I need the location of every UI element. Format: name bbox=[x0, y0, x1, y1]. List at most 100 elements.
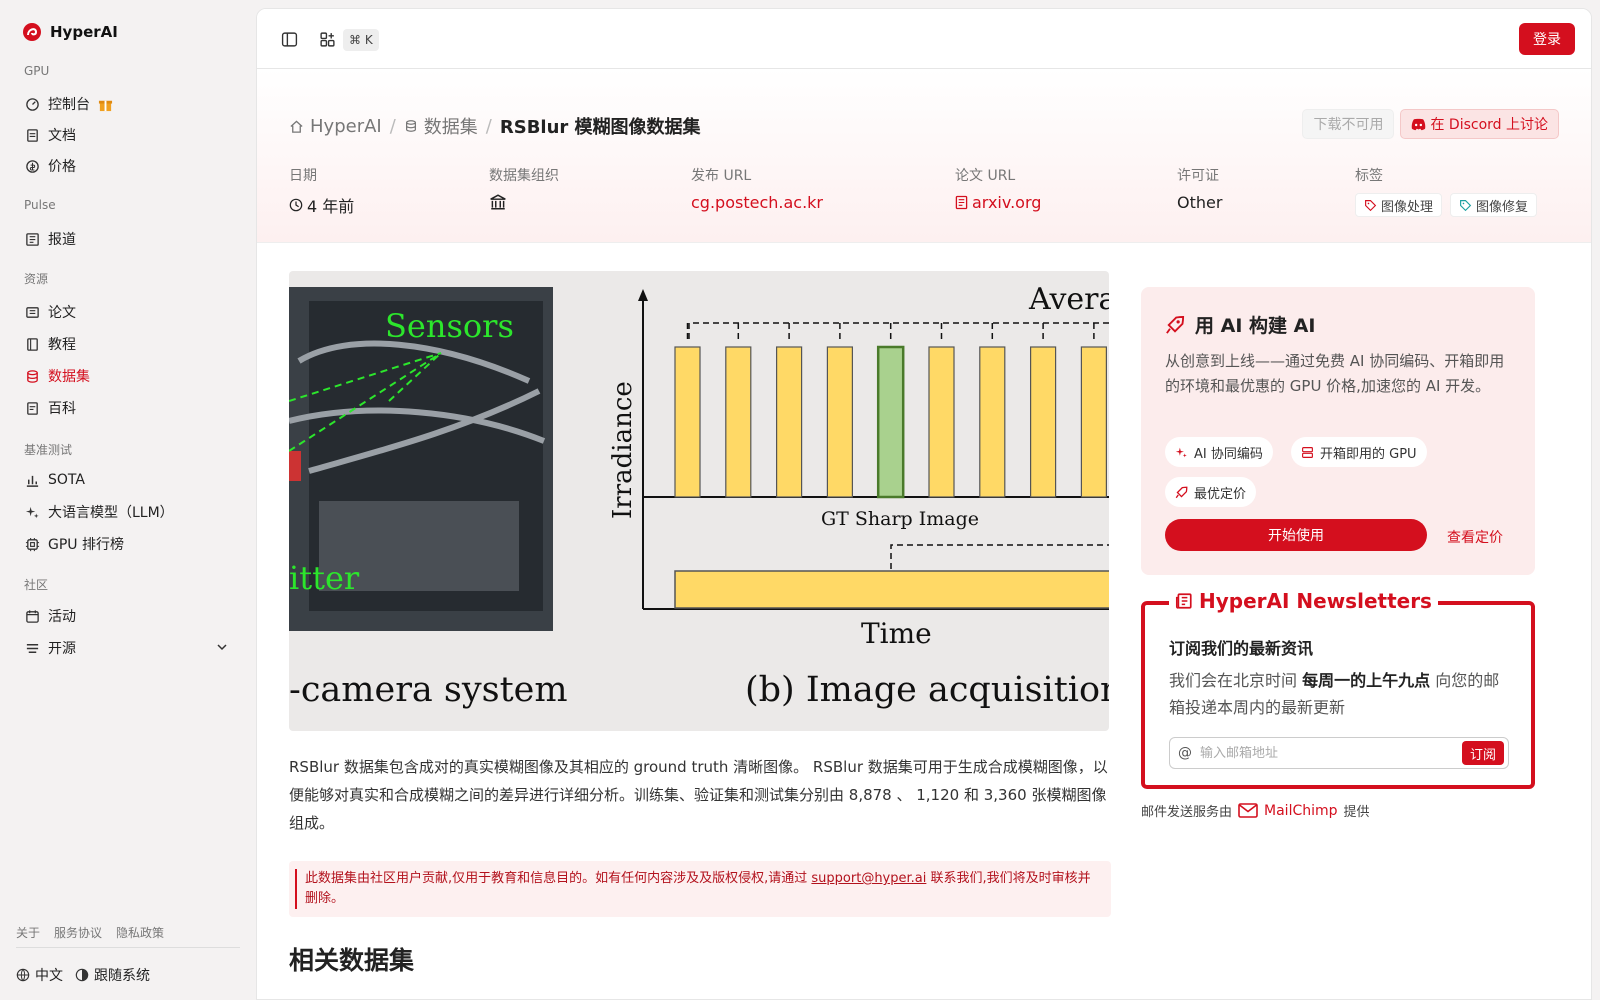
sidebar-item-events[interactable]: 活动 bbox=[16, 601, 240, 631]
sidebar-item-label: GPU 排行榜 bbox=[48, 537, 124, 553]
sidebar-item-console[interactable]: 控制台 bbox=[16, 89, 240, 119]
sidebar-item-opensource[interactable]: 开源 bbox=[16, 633, 240, 663]
language-switch[interactable]: 中文 bbox=[16, 965, 63, 985]
notice-text: 此数据集由社区用户贡献,仅用于教育和信息目的。如有任何内容涉及及版权侵权,请通过 bbox=[305, 871, 812, 886]
chart-icon bbox=[24, 472, 40, 488]
email-input[interactable] bbox=[1200, 745, 1462, 761]
chip-icon bbox=[24, 536, 40, 552]
meta-release-url: 发布 URL cg.postech.ac.kr bbox=[691, 165, 823, 212]
sidebar-item-tutorials[interactable]: 教程 bbox=[16, 329, 240, 359]
doc-icon bbox=[24, 127, 40, 143]
sidebar-item-news[interactable]: 报道 bbox=[16, 224, 240, 254]
exposure-bar bbox=[1029, 346, 1057, 498]
chip-gpu: 开箱即用的 GPU bbox=[1291, 437, 1427, 467]
chip-label: AI 协同编码 bbox=[1194, 446, 1263, 462]
sidebar-item-pricing[interactable]: 价格 bbox=[16, 151, 240, 181]
support-email-link[interactable]: support@hyper.ai bbox=[811, 871, 926, 886]
theme-switch[interactable]: 跟随系统 bbox=[75, 965, 150, 985]
subscribe-button[interactable]: 订阅 bbox=[1461, 741, 1504, 765]
gt-label: GT Sharp Image bbox=[821, 508, 979, 530]
exposure-bars bbox=[674, 323, 1108, 499]
database-icon bbox=[24, 368, 40, 384]
sidebar-item-gpu-leaderboard[interactable]: GPU 排行榜 bbox=[16, 529, 240, 559]
sidebar-item-label: 控制台 bbox=[48, 97, 90, 113]
paper-icon bbox=[955, 195, 968, 210]
newsletter-description: 我们会在北京时间 每周一的上午九点 向您的邮箱投递本周内的最新更新 bbox=[1169, 667, 1509, 721]
email-field: @ 订阅 bbox=[1169, 737, 1509, 769]
download-button[interactable]: 下载不可用 bbox=[1302, 109, 1395, 139]
license-value: Other bbox=[1177, 193, 1223, 212]
tag-label: 图像处理 bbox=[1381, 199, 1434, 215]
theme-icon bbox=[75, 968, 89, 982]
release-url-link[interactable]: cg.postech.ac.kr bbox=[691, 193, 823, 212]
section-title-gpu: GPU bbox=[24, 64, 50, 78]
meta-release-label: 发布 URL bbox=[691, 168, 752, 184]
meta-license: 许可证 Other bbox=[1177, 165, 1222, 212]
sidebar-item-label: 百科 bbox=[48, 401, 76, 417]
acquisition-diagram: Sensors itter Averag Irradiance GT Sharp… bbox=[289, 282, 1109, 710]
calendar-icon bbox=[24, 608, 40, 624]
footer-link-privacy[interactable]: 隐私政策 bbox=[116, 924, 164, 941]
footer-link-terms[interactable]: 服务协议 bbox=[54, 924, 102, 941]
globe-icon bbox=[16, 968, 30, 982]
footer-links: 关于 服务协议 隐私政策 bbox=[16, 924, 164, 941]
breadcrumb-home[interactable]: HyperAI bbox=[289, 116, 382, 137]
chevron-down-icon[interactable] bbox=[216, 641, 228, 657]
dataset-header: HyperAI / 数据集 / RSBlur 模糊图像数据集 下载不可用 在 D… bbox=[257, 69, 1591, 243]
view-pricing-link[interactable]: 查看定价 bbox=[1447, 527, 1503, 547]
sidebar-item-sota[interactable]: SOTA bbox=[16, 465, 240, 495]
book-icon bbox=[24, 336, 40, 352]
blur-exposure-bar bbox=[674, 570, 1109, 609]
discord-button[interactable]: 在 Discord 上讨论 bbox=[1400, 109, 1559, 139]
sidebar-item-datasets[interactable]: 数据集 bbox=[16, 361, 240, 391]
tag-image-restoration[interactable]: 图像修复 bbox=[1450, 193, 1538, 217]
meta-date-label: 日期 bbox=[289, 168, 317, 184]
chip-label: 最优定价 bbox=[1194, 486, 1247, 502]
sidebar-item-label: 数据集 bbox=[48, 369, 90, 385]
section-title-benchmarks: 基准测试 bbox=[24, 443, 73, 457]
home-icon bbox=[290, 119, 303, 133]
topbar: ⌘ K 登录 bbox=[257, 9, 1591, 69]
mailchimp-link[interactable]: MailChimp bbox=[1238, 803, 1338, 819]
sidebar-item-wiki[interactable]: 百科 bbox=[16, 393, 240, 423]
sidebar-item-label: 开源 bbox=[48, 641, 76, 657]
rocket-icon bbox=[1175, 486, 1188, 498]
sidebar-item-llm[interactable]: 大语言模型（LLM） bbox=[16, 497, 240, 527]
section-title-pulse: Pulse bbox=[24, 198, 56, 212]
newsletter-title-text: HyperAI Newsletters bbox=[1199, 589, 1432, 613]
exposure-bar bbox=[826, 346, 854, 498]
hyperai-logo-icon bbox=[23, 23, 41, 41]
tag-icon bbox=[1365, 199, 1377, 211]
database-icon bbox=[405, 120, 416, 132]
copyright-notice: 此数据集由社区用户贡献,仅用于教育和信息目的。如有任何内容涉及及版权侵权,请通过… bbox=[289, 861, 1111, 917]
sidebar-item-docs[interactable]: 文档 bbox=[16, 120, 240, 150]
newsletter-title: HyperAI Newsletters bbox=[1169, 589, 1438, 613]
meta-date-value: 4 年前 bbox=[289, 193, 354, 217]
sidebar-item-papers[interactable]: 论文 bbox=[16, 297, 240, 327]
dashboard-icon bbox=[24, 96, 40, 112]
sidebar-item-label: 报道 bbox=[48, 232, 76, 248]
meta-tags: 标签 图像处理 图像修复 bbox=[1355, 165, 1538, 217]
sensors-label: Sensors bbox=[385, 307, 514, 345]
sidebar-toggle-icon[interactable] bbox=[279, 29, 299, 49]
brand-name: HyperAI bbox=[50, 23, 118, 41]
chip-pricing: 最优定价 bbox=[1165, 477, 1257, 507]
chip-ai-coding: AI 协同编码 bbox=[1165, 437, 1273, 467]
login-button[interactable]: 登录 bbox=[1519, 23, 1575, 55]
apps-grid-icon[interactable] bbox=[317, 29, 337, 49]
footer-link-about[interactable]: 关于 bbox=[16, 924, 40, 941]
paper-url-link[interactable]: arxiv.org bbox=[955, 193, 1041, 212]
meta-org: 数据集组织 bbox=[489, 165, 559, 211]
price-icon bbox=[24, 158, 40, 174]
brand[interactable]: HyperAI bbox=[22, 22, 118, 42]
breadcrumb-datasets[interactable]: 数据集 bbox=[404, 113, 478, 139]
tag-image-processing[interactable]: 图像处理 bbox=[1355, 193, 1443, 217]
sidebar-divider bbox=[16, 947, 240, 948]
breadcrumb-datasets-label: 数据集 bbox=[423, 117, 478, 138]
shortcut-hint[interactable]: ⌘ K bbox=[343, 29, 379, 51]
exposure-bar bbox=[776, 346, 803, 498]
caption-b: (b) Image acquisition pro bbox=[745, 670, 1109, 710]
sidebar-item-label: 价格 bbox=[48, 159, 76, 175]
get-started-button[interactable]: 开始使用 bbox=[1165, 519, 1427, 551]
newsletter-schedule: 每周一的上午九点 bbox=[1302, 671, 1431, 690]
